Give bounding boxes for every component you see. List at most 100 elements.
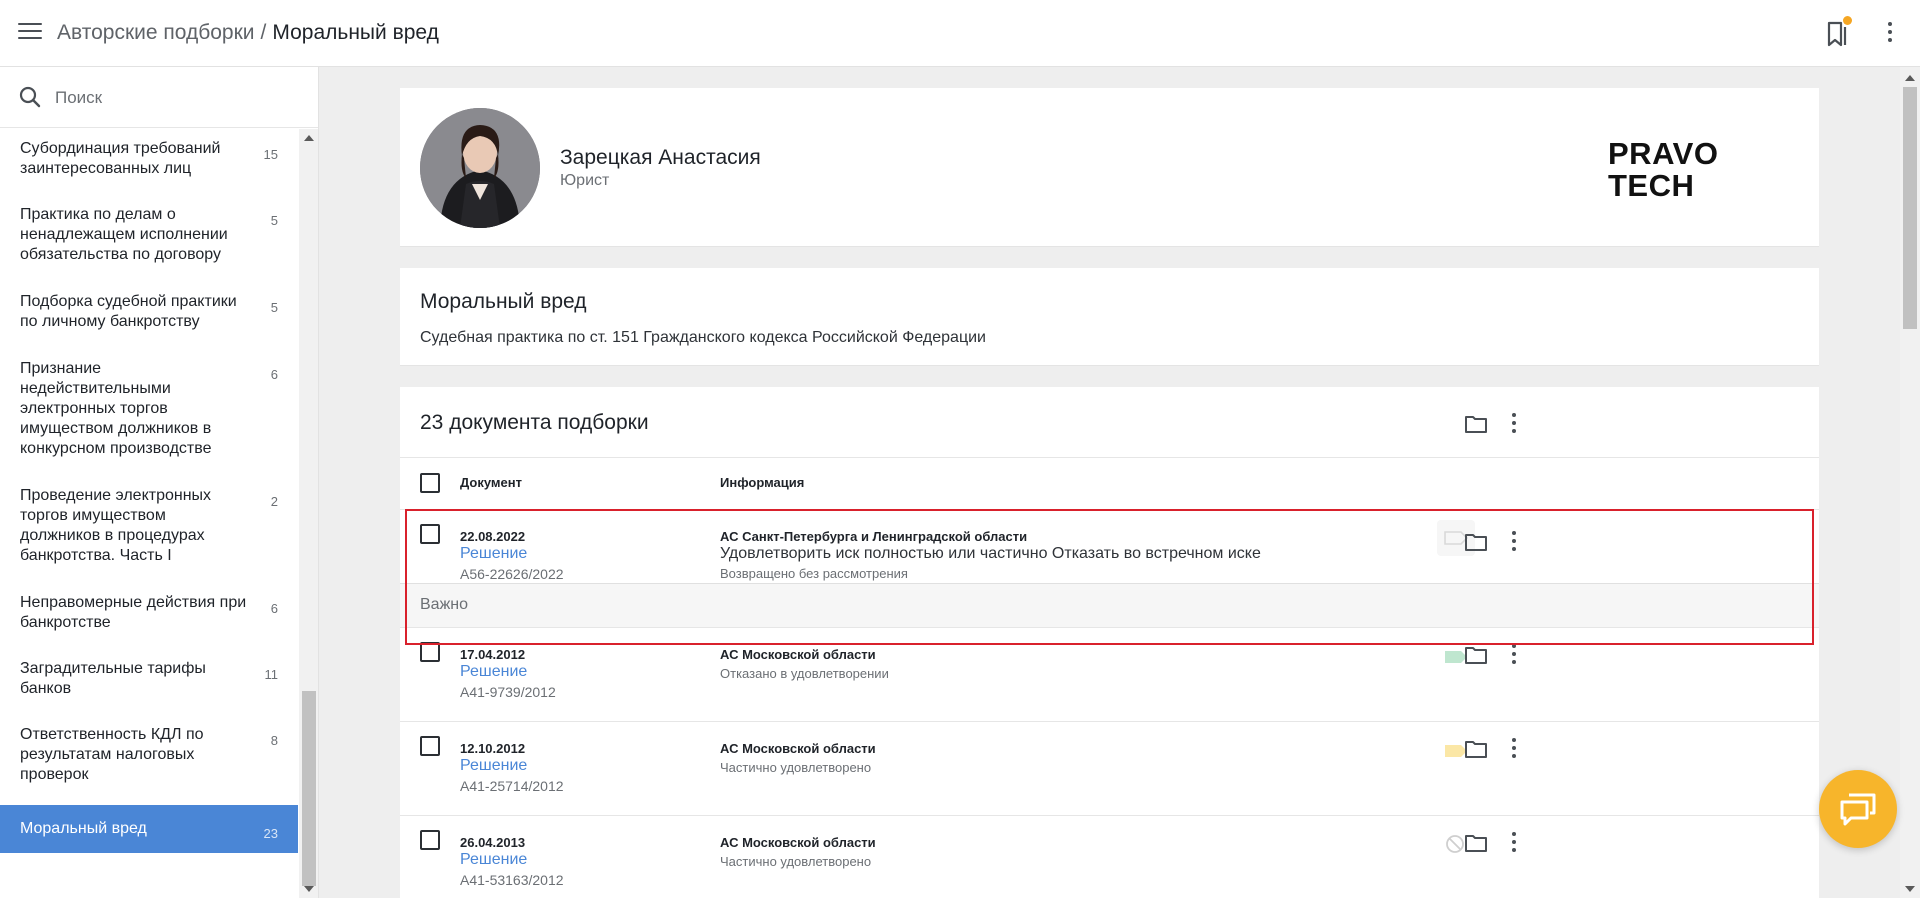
collection-title: Моральный вред [420,290,587,313]
sidebar-item-count: 15 [263,147,278,162]
column-header-document: Документ [460,475,522,490]
author-card: Зарецкая Анастасия Юрист PRAVO TECH [400,88,1819,247]
table-row[interactable]: 26.04.2013 Решение А41-53163/2012 АС Мос… [400,815,1819,898]
row-checkbox[interactable] [420,524,440,544]
documents-card: 23 документа подборки Документ Информаци… [400,387,1819,898]
scroll-down-arrow-icon[interactable] [1905,886,1915,892]
more-options-icon[interactable] [1507,411,1521,435]
search-icon [19,86,41,108]
case-status: Частично удовлетворено [720,760,872,775]
document-date: 26.04.2013 [460,835,526,850]
sidebar-item-count: 5 [270,300,278,315]
sidebar-item-count: 6 [270,367,278,382]
author-role: Юрист [560,172,610,189]
sidebar-item-label: Субординация требований заинтересованных… [20,140,221,177]
documents-count-title: 23 документа подборки [420,411,649,434]
breadcrumb: Авторские подборки / Моральный вред [57,21,439,45]
sidebar-item-label: Ответственность КДЛ по результатам налог… [20,726,204,783]
table-row[interactable]: 17.04.2012 Решение А41-9739/2012 АС Моск… [400,627,1819,721]
notification-dot [1843,16,1852,25]
scrollbar-thumb[interactable] [302,691,316,886]
logo-line-1: PRAVO [1608,136,1719,171]
case-status: Частично удовлетворено [720,854,872,869]
breadcrumb-separator: / [260,21,267,44]
select-all-checkbox[interactable] [420,473,440,493]
pravo-tech-logo: PRAVO TECH [1608,138,1748,202]
document-date: 12.10.2012 [460,741,526,756]
search-input[interactable] [55,85,295,111]
main-content: Зарецкая Анастасия Юрист PRAVO TECH Мора… [320,67,1900,898]
sidebar-item-label: Неправомерные действия при банкротстве [20,594,247,631]
collection-subtitle: Судебная практика по ст. 151 Гражданског… [420,329,986,346]
case-status: Отказано в удовлетворении [720,666,889,681]
row-checkbox[interactable] [420,736,440,756]
folder-icon[interactable] [1464,833,1488,853]
case-number: А41-9739/2012 [460,684,556,700]
document-type-link[interactable]: Решение [460,545,527,563]
sidebar-item[interactable]: Субординация требований заинтересованных… [0,129,298,189]
sidebar-item[interactable]: Проведение электронных торгов имуществом… [0,476,298,576]
scroll-up-arrow-icon[interactable] [304,135,314,141]
case-status: Возвращено без рассмотрения [720,566,908,581]
row-more-options-icon[interactable] [1507,830,1521,854]
row-more-options-icon[interactable] [1507,529,1521,553]
table-header: Документ Информация [400,457,1819,509]
table-row[interactable]: 22.08.2022 Решение А56-22626/2022 АС Сан… [400,509,1819,583]
hamburger-menu-icon[interactable] [18,23,42,43]
more-options-icon[interactable] [1880,20,1900,46]
top-bar: Авторские подборки / Моральный вред [0,0,1920,67]
row-checkbox[interactable] [420,642,440,662]
column-header-info: Информация [720,475,805,490]
sidebar-item-label: Практика по делам о ненадлежащем исполне… [20,206,228,263]
sidebar-item[interactable]: Неправомерные действия при банкротстве 6 [0,583,298,643]
chat-button[interactable] [1819,770,1897,848]
scroll-down-arrow-icon[interactable] [304,886,314,892]
folder-icon[interactable] [1464,532,1488,552]
sidebar-scrollbar[interactable] [299,129,318,898]
note-row: Важно [400,583,1819,627]
case-number: А41-53163/2012 [460,872,564,888]
avatar [420,108,540,228]
document-type-link[interactable]: Решение [460,851,527,869]
row-more-options-icon[interactable] [1507,642,1521,666]
sidebar-item-active[interactable]: Моральный вред 23 [0,805,298,853]
collection-list: Субординация требований заинтересованных… [0,129,298,853]
sidebar-item[interactable]: Подборка судебной практики по личному ба… [0,282,298,342]
sidebar-item-count: 5 [270,213,278,228]
case-number: А56-22626/2022 [460,566,564,582]
page-title: Моральный вред [272,21,439,44]
sidebar-item-label: Проведение электронных торгов имуществом… [20,487,212,564]
document-date: 17.04.2012 [460,647,526,662]
scrollbar-thumb[interactable] [1903,87,1917,329]
document-date: 22.08.2022 [460,529,526,544]
table-row[interactable]: 12.10.2012 Решение А41-25714/2012 АС Мос… [400,721,1819,815]
sidebar-item-count: 23 [263,826,278,841]
document-type-link[interactable]: Решение [460,757,527,775]
folder-icon[interactable] [1464,739,1488,759]
sidebar-item[interactable]: Признание недействительными электронных … [0,349,298,469]
court-name: АС Московской области [720,835,876,850]
sidebar-item-count: 11 [264,667,279,682]
sidebar-item[interactable]: Ответственность КДЛ по результатам налог… [0,715,298,795]
collection-description-card: Моральный вред Судебная практика по ст. … [400,268,1819,366]
author-name: Зарецкая Анастасия [560,146,761,169]
scroll-up-arrow-icon[interactable] [1905,75,1915,81]
folder-icon[interactable] [1464,414,1488,434]
sidebar-item[interactable]: Заградительные тарифы банков 11 [0,649,298,709]
court-name: АС Московской области [720,741,876,756]
sidebar-item[interactable]: Практика по делам о ненадлежащем исполне… [0,195,298,275]
no-tag-icon[interactable] [1445,834,1465,854]
sidebar-item-count: 8 [270,733,278,748]
court-name: АС Московской области [720,647,876,662]
sidebar-item-count: 2 [270,494,278,509]
search-bar [0,67,318,128]
row-more-options-icon[interactable] [1507,736,1521,760]
breadcrumb-parent-link[interactable]: Авторские подборки [57,21,255,44]
row-checkbox[interactable] [420,830,440,850]
sidebar-item-label: Заградительные тарифы банков [20,660,206,697]
decision-summary: Удовлетворить иск полностью или частично… [720,545,1261,562]
chat-icon [1840,793,1876,826]
document-type-link[interactable]: Решение [460,663,527,681]
main-scrollbar[interactable] [1900,67,1920,898]
folder-icon[interactable] [1464,645,1488,665]
